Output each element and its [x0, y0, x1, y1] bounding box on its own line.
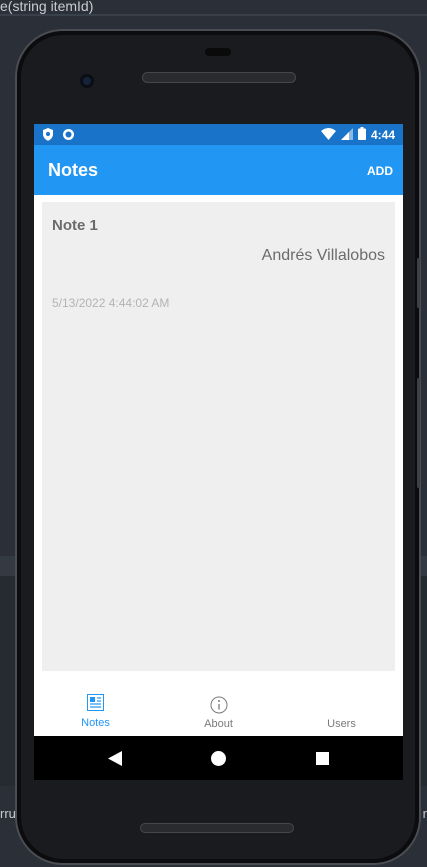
- front-camera: [80, 74, 94, 88]
- notes-list-icon: [87, 694, 104, 716]
- phone-screen: 4:44 Notes ADD Note 1 Andrés Villalobos …: [34, 124, 403, 736]
- note-text: Andrés Villalobos: [261, 247, 385, 264]
- info-icon: [210, 696, 228, 719]
- note-title: Note 1: [52, 217, 98, 234]
- volume-button: [417, 378, 420, 488]
- status-bar: 4:44: [34, 124, 403, 145]
- tab-users[interactable]: Users: [280, 688, 403, 736]
- proximity-sensor: [205, 48, 231, 56]
- app-bar: Notes ADD: [34, 145, 403, 195]
- power-button: [417, 258, 420, 308]
- signal-icon: [340, 127, 353, 143]
- bottom-tab-bar: Notes About Users: [34, 688, 403, 736]
- background-code-line: e(string itemId): [0, 0, 94, 14]
- system-nav-bar: [34, 736, 403, 780]
- background-text-right: r: [422, 806, 427, 821]
- tab-about-label: About: [204, 718, 233, 730]
- tab-users-label: Users: [327, 718, 356, 730]
- tab-notes-label: Notes: [81, 717, 110, 729]
- shield-icon: [42, 128, 54, 144]
- wifi-icon: [320, 127, 336, 143]
- recents-icon[interactable]: [313, 749, 331, 767]
- battery-icon: [357, 127, 366, 143]
- clock-time: 4:44: [370, 128, 395, 142]
- add-button[interactable]: ADD: [367, 164, 393, 178]
- circle-notification-icon: [62, 128, 75, 144]
- background-text-left: rru: [0, 806, 16, 821]
- page-title: Notes: [48, 160, 99, 180]
- background-divider: [0, 14, 427, 16]
- note-item[interactable]: Note 1 Andrés Villalobos 5/13/2022 4:44:…: [42, 202, 395, 671]
- tab-notes[interactable]: Notes: [34, 688, 157, 736]
- tab-about[interactable]: About: [157, 688, 280, 736]
- bottom-speaker: [140, 823, 294, 833]
- back-icon[interactable]: [106, 749, 124, 767]
- home-icon[interactable]: [209, 749, 227, 767]
- note-date: 5/13/2022 4:44:02 AM: [52, 296, 170, 310]
- earpiece-speaker: [142, 72, 296, 83]
- notes-list: Note 1 Andrés Villalobos 5/13/2022 4:44:…: [34, 195, 403, 688]
